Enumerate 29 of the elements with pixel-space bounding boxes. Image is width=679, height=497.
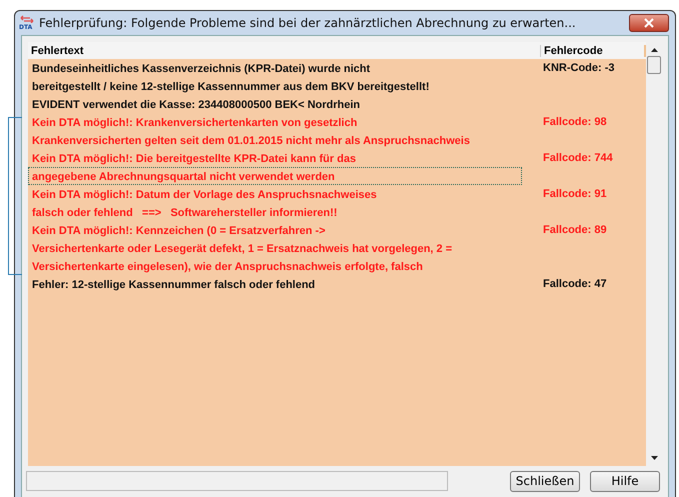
error-code: KNR-Code: -3 [542, 61, 616, 76]
dialog-button[interactable]: Schließen [510, 470, 580, 492]
error-text[interactable]: Bundeseinheitliches Kassenverzeichnis (KPR-Datei) wurde nicht [28, 59, 522, 77]
window-title: Fehlerprüfung: Folgende Probleme sind bei der zahnärztlichen Abrechnung zu erwarten... [39, 16, 577, 30]
error-code: Fallcode: 47 [542, 277, 608, 292]
down-arrow-icon[interactable] [650, 456, 658, 460]
error-text[interactable]: angegebene Abrechnungsquartal nicht verwendet werden [28, 167, 522, 185]
scroll-thumb[interactable] [647, 56, 661, 74]
error-code: Fallcode: 98 [542, 115, 608, 130]
error-code: Fallcode: 91 [542, 187, 608, 202]
error-text[interactable]: bereitgestellt / keine 12-stellige Kassennummer aus dem BKV bereitgestellt! [28, 77, 522, 95]
error-text[interactable]: Kein DTA möglich!: Die bereitgestellte KPR-Datei kann für das [28, 149, 522, 167]
error-text[interactable]: falsch oder fehlend ==> Softwarehersteller informieren!! [28, 203, 522, 221]
error-text[interactable]: Kein DTA möglich!: Datum der Vorlage des Anspruchsnachweises [28, 185, 522, 203]
up-arrow-icon[interactable] [650, 48, 658, 52]
close-button[interactable] [629, 14, 669, 32]
error-text[interactable]: EVIDENT verwendet die Kasse: 234408000500 BEK< Nordrhein [28, 95, 522, 113]
close-icon [644, 18, 654, 28]
error-text[interactable]: Krankenversicherten gelten seit dem 01.01.2015 nicht mehr als Anspruchsnachweis [28, 131, 522, 149]
error-text[interactable]: Kein DTA möglich!: Kennzeichen (0 = Ersatzverfahren -> [28, 221, 522, 239]
error-text[interactable]: Versichertenkarte eingelesen), wie der Anspruchsnachweis erfolgte, falsch [28, 257, 522, 275]
column-header[interactable]: Fehlertext [28, 44, 541, 56]
dialog-button[interactable]: Hilfe [590, 470, 660, 492]
error-code: Fallcode: 89 [542, 223, 608, 238]
error-text[interactable]: Kein DTA möglich!: Krankenversichertenkarten von gesetzlich [28, 113, 522, 131]
error-text[interactable]: Fehler: 12-stellige Kassennummer falsch oder fehlend [28, 275, 522, 293]
error-text[interactable]: Versichertenkarte oder Lesegerät defekt, 1 = Ersatznachweis hat vorgelegen, 2 = [28, 239, 522, 257]
arrows-icon [20, 15, 34, 23]
error-code: Fallcode: 744 [542, 151, 614, 166]
